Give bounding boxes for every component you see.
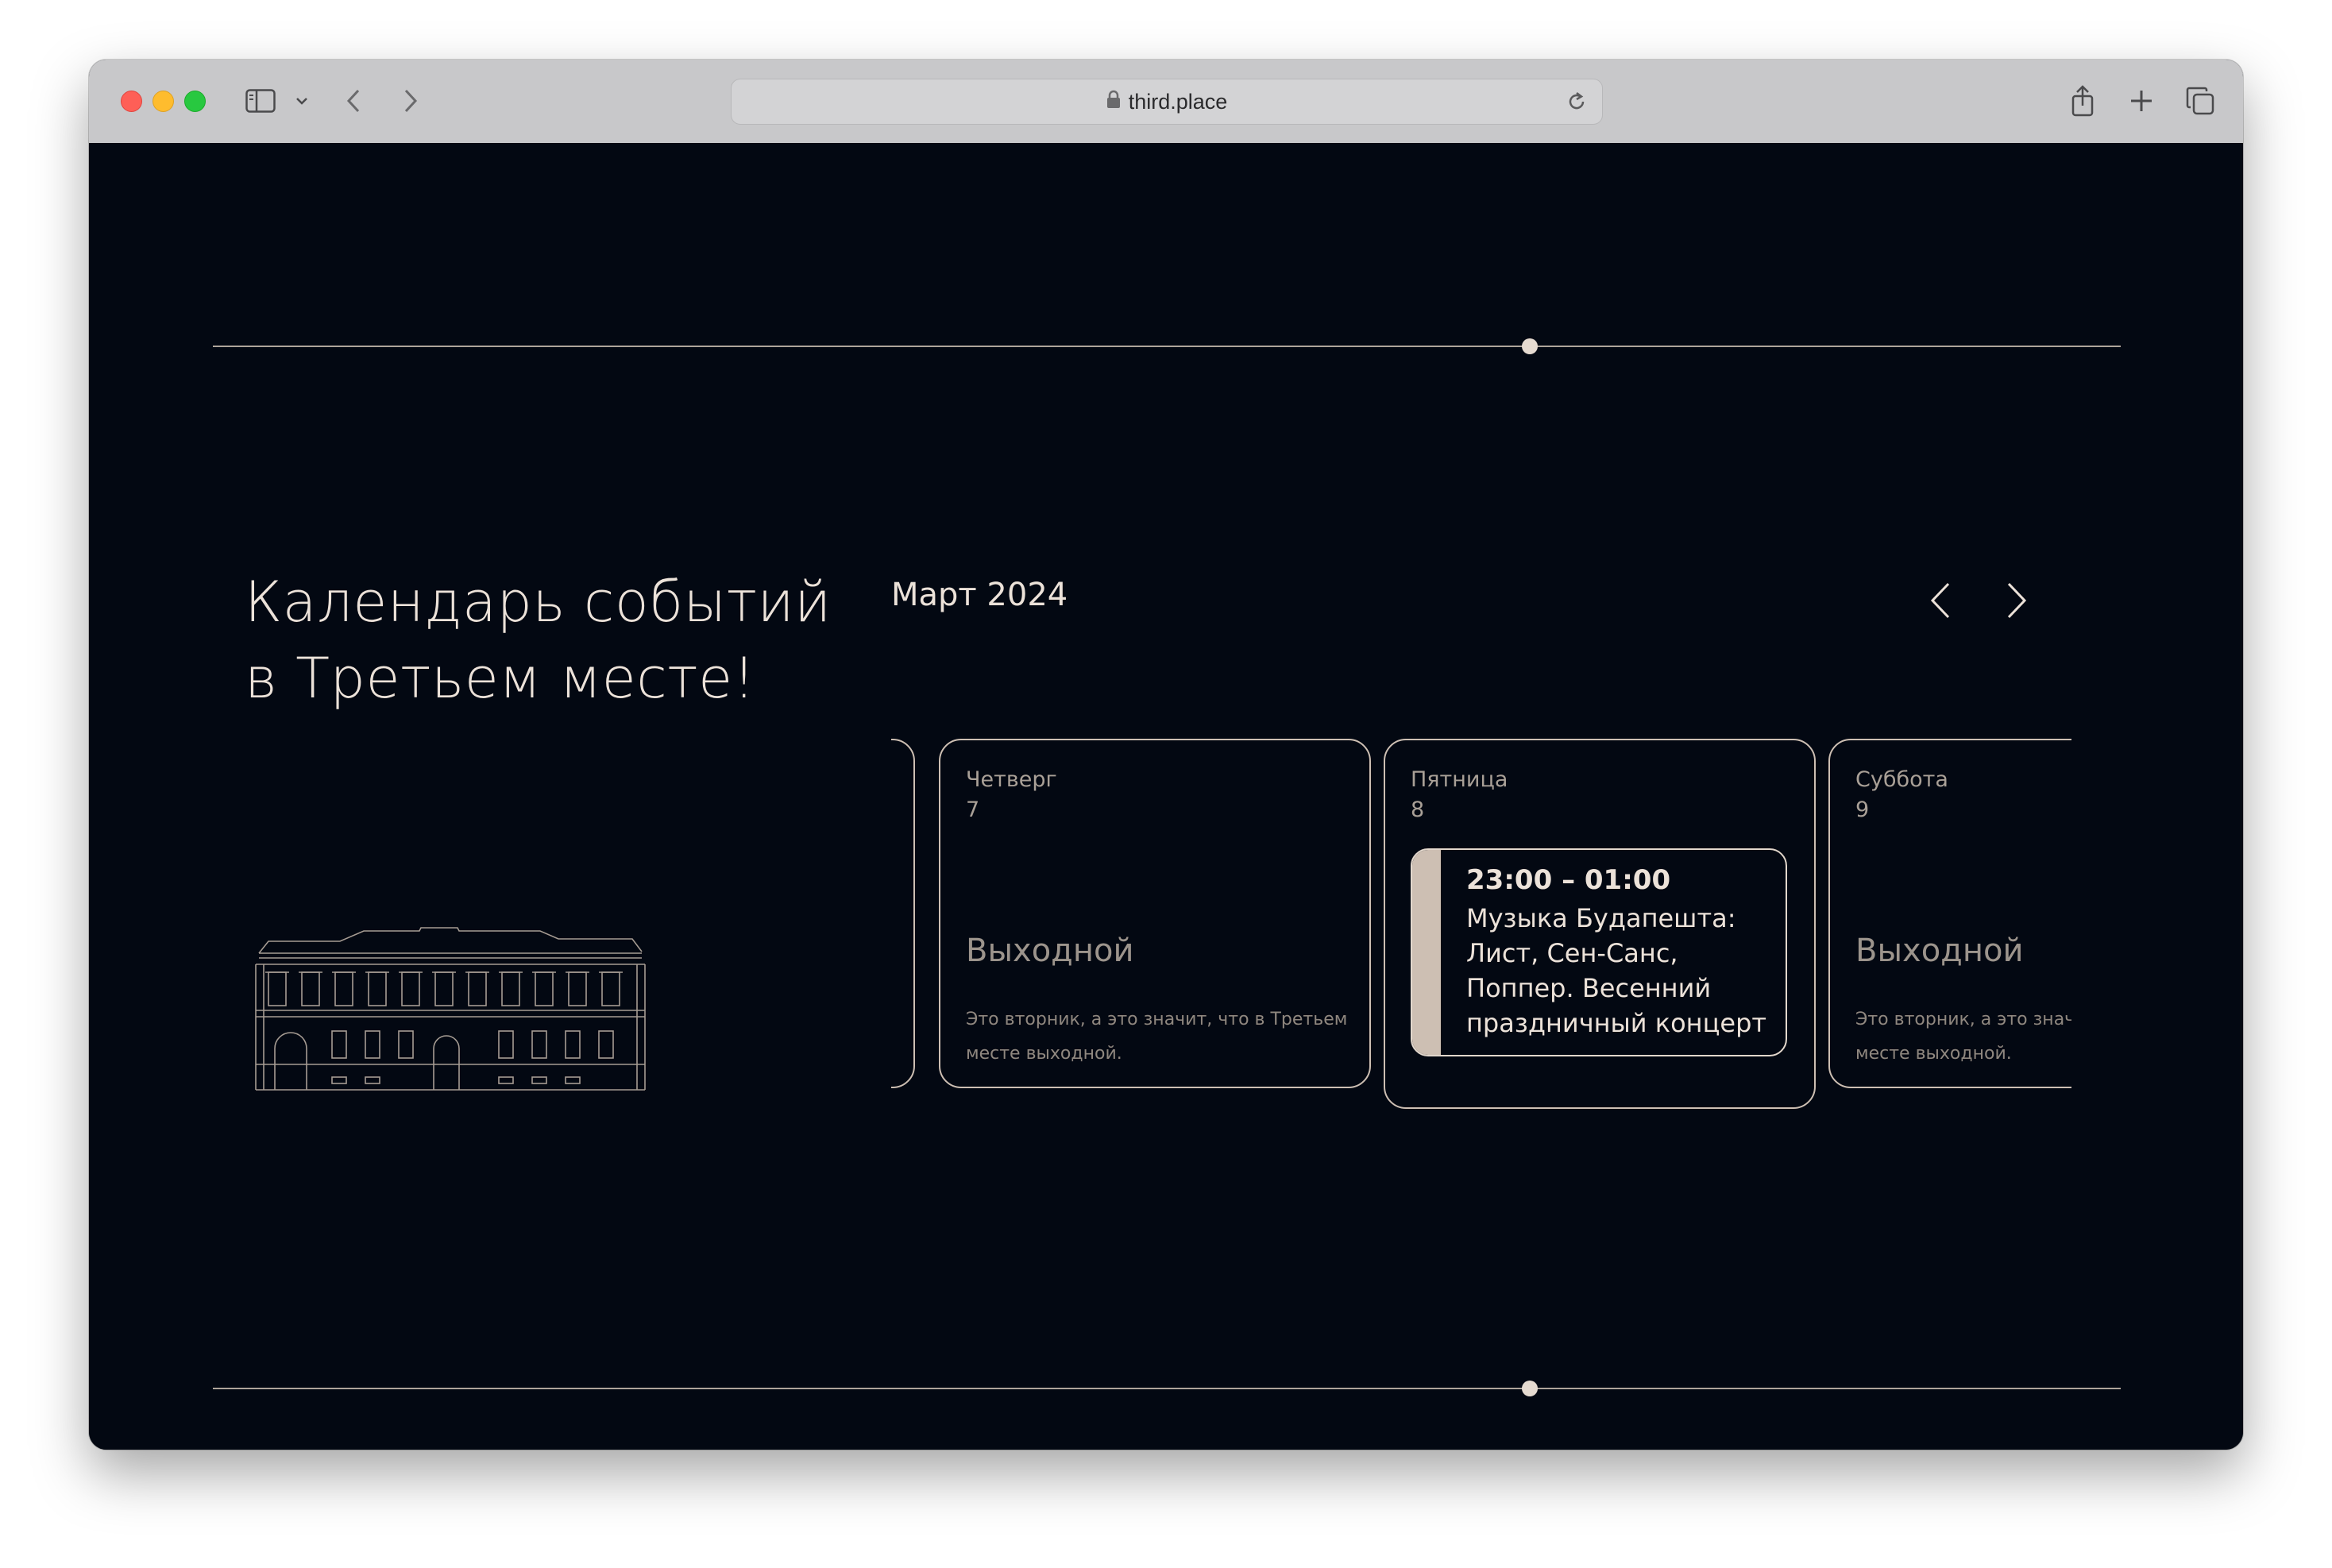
tab-overview-icon[interactable] [2184, 85, 2216, 117]
address-bar[interactable]: third.place [731, 79, 1603, 125]
card-description: Это вторник, а это значит, что в Третьем… [966, 1010, 1348, 1064]
page-title-line1: Календарь событий [245, 570, 832, 635]
card-day-name: Пятница [1411, 767, 1508, 792]
card-day-number: 8 [1411, 798, 1425, 822]
close-window-button[interactable] [121, 91, 142, 112]
calendar-card-thursday[interactable]: Четверг 7 Выходной Это вторник, а это зн… [939, 739, 1371, 1088]
sidebar-toggle-icon[interactable] [245, 85, 276, 117]
browser-window: third.place Календарь событий в Третьем … [89, 60, 2243, 1450]
event-item[interactable]: 23:00 – 01:00 Музыка Будапешта: Лист, Се… [1411, 848, 1787, 1056]
month-label: Март 2024 [891, 577, 1068, 613]
card-status: Выходной [1855, 933, 2024, 969]
browser-toolbar: third.place [89, 60, 2243, 144]
page-title-line2: в Третьем месте! [245, 646, 756, 711]
next-week-button[interactable] [1994, 577, 2041, 624]
event-title: Музыка Будапешта: Лист, Сен-Санс, Поппер… [1466, 903, 1767, 1038]
calendar-card-saturday[interactable]: Суббота 9 Выходной Это вторник, а это зн… [1828, 739, 2071, 1088]
url-text: third.place [1128, 89, 1228, 114]
card-day-number: 9 [1855, 798, 1870, 822]
bottom-divider-dot [1522, 1381, 1538, 1396]
card-day-name: Суббота [1855, 767, 1948, 792]
card-status: Выходной [966, 933, 1134, 969]
event-time: 23:00 – 01:00 [1466, 864, 1671, 896]
page-content: Календарь событий в Третьем месте! Март … [89, 143, 2243, 1450]
calendar-card-previous[interactable] [891, 739, 915, 1088]
page-title: Календарь событий в Третьем месте! [245, 564, 848, 716]
new-tab-icon[interactable] [2125, 85, 2157, 117]
prev-week-button[interactable] [1916, 577, 1963, 624]
forward-icon[interactable] [399, 85, 423, 117]
share-icon[interactable] [2067, 85, 2098, 117]
event-color-strip [1412, 850, 1441, 1055]
building-illustration [245, 921, 658, 1095]
minimize-window-button[interactable] [153, 91, 174, 112]
lock-icon [1106, 90, 1121, 114]
zoom-window-button[interactable] [184, 91, 206, 112]
back-icon[interactable] [342, 85, 365, 117]
bottom-divider [213, 1388, 2121, 1389]
calendar-cards: Четверг 7 Выходной Это вторник, а это зн… [891, 739, 2071, 1199]
reload-icon[interactable] [1566, 91, 1588, 116]
card-day-name: Четверг [966, 767, 1057, 792]
calendar-card-friday[interactable]: Пятница 8 23:00 – 01:00 Музыка Будапешта… [1384, 739, 1816, 1109]
chevron-down-icon[interactable] [292, 85, 311, 117]
top-divider [213, 346, 2121, 347]
card-description: Это вторник, а это значит, что в Третьем… [1855, 1010, 2071, 1064]
card-day-number: 7 [966, 798, 980, 822]
chevron-left-icon [1930, 582, 1950, 619]
chevron-right-icon [2007, 582, 2027, 619]
top-divider-dot [1522, 338, 1538, 354]
